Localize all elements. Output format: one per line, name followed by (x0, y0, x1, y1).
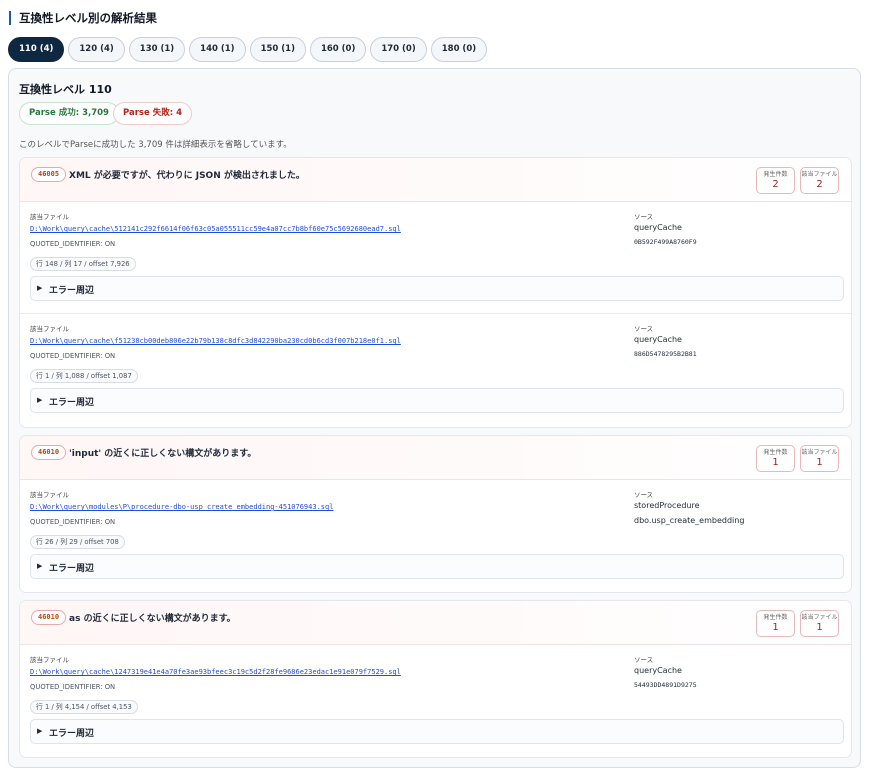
error-code-badge: 46010 (31, 445, 67, 460)
file-count-box: 該当ファイル 1 (800, 445, 839, 472)
file-count-box: 該当ファイル 2 (800, 167, 839, 194)
expand-triangle-icon: ▶ (37, 396, 43, 404)
tab-level-140[interactable]: 140 (1) (189, 37, 246, 62)
occurrence-count-box: 発生件数 2 (756, 167, 795, 194)
error-card: 46010 as の近くに正しくない構文があります。 発生件数 1 該当ファイル… (19, 600, 852, 758)
source-id: 0B592F499A8760F9 (634, 238, 697, 246)
position-badge: 行 1 / 列 1,088 / offset 1,087 (30, 369, 138, 383)
file-count-label: 該当ファイル (801, 171, 838, 178)
file-label: 該当ファイル (30, 213, 69, 221)
expand-triangle-icon: ▶ (37, 727, 43, 735)
file-label: 該当ファイル (30, 325, 69, 333)
tab-level-180[interactable]: 180 (0) (430, 37, 488, 62)
position-badge: 行 148 / 列 17 / offset 7,926 (30, 257, 136, 271)
tab-level-120[interactable]: 120 (4) (68, 37, 125, 62)
error-context-toggle[interactable]: ▶ エラー周辺 (30, 276, 844, 301)
file-count-value: 1 (816, 457, 823, 468)
quoted-identifier: QUOTED_IDENTIFIER: ON (30, 240, 116, 248)
occurrence-count-box: 発生件数 1 (756, 445, 795, 472)
occurrence-count-label: 発生件数 (763, 171, 788, 178)
file-label: 該当ファイル (30, 656, 69, 664)
occurrence-row: 該当ファイル D:\Work\query\modules\P\procedure… (20, 480, 851, 592)
occurrence-row: 該当ファイル D:\Work\query\cache\1247319e41e4a… (20, 645, 851, 757)
position-badge: 行 1 / 列 4,154 / offset 4,153 (30, 700, 138, 714)
level-panel: 互換性レベル 110 Parse 成功: 3,709 Parse 失敗: 4 こ… (8, 68, 861, 768)
occurrence-count-value: 2 (772, 179, 779, 190)
error-message: 'input' の近くに正しくない構文があります。 (69, 449, 257, 459)
tab-level-130[interactable]: 130 (1) (128, 37, 186, 62)
error-header: 46005 XML が必要ですが、代わりに JSON が検出されました。 発生件… (20, 158, 851, 202)
tab-level-110[interactable]: 110 (4) (8, 37, 65, 62)
tab-level-150[interactable]: 150 (1) (249, 37, 306, 62)
parse-success-badge: Parse 成功: 3,709 (19, 102, 119, 125)
expand-triangle-icon: ▶ (37, 562, 43, 570)
error-header: 46010 'input' の近くに正しくない構文があります。 発生件数 1 該… (20, 436, 851, 480)
error-context-toggle[interactable]: ▶ エラー周辺 (30, 719, 844, 744)
file-count-label: 該当ファイル (801, 449, 838, 456)
file-count-label: 該当ファイル (801, 614, 838, 621)
file-path-link[interactable]: D:\Work\query\cache\f51238cb00deb806e22b… (30, 337, 401, 345)
error-message: XML が必要ですが、代わりに JSON が検出されました。 (69, 171, 305, 181)
omitted-note: このレベルでParseに成功した 3,709 件は詳細表示を省略しています。 (19, 140, 292, 150)
error-context-toggle[interactable]: ▶ エラー周辺 (30, 388, 844, 413)
occurrence-row: 該当ファイル D:\Work\query\cache\512141c292f66… (20, 202, 851, 314)
position-badge: 行 26 / 列 29 / offset 708 (30, 535, 125, 549)
file-path-link[interactable]: D:\Work\query\cache\512141c292f6614f06f6… (30, 225, 401, 233)
level-title: 互換性レベル 110 (19, 83, 112, 96)
error-context-toggle[interactable]: ▶ エラー周辺 (30, 554, 844, 579)
file-path-link[interactable]: D:\Work\query\cache\1247319e41e4a70fe3ae… (30, 668, 401, 676)
source-type: queryCache (634, 666, 682, 675)
occurrence-count-label: 発生件数 (763, 449, 788, 456)
source-id: 54493DD4891D9275 (634, 681, 697, 689)
quoted-identifier: QUOTED_IDENTIFIER: ON (30, 518, 116, 526)
source-label: ソース (634, 213, 654, 221)
source-label: ソース (634, 656, 654, 664)
error-card: 46010 'input' の近くに正しくない構文があります。 発生件数 1 該… (19, 435, 852, 593)
source-type: storedProcedure (634, 501, 700, 510)
tab-level-160[interactable]: 160 (0) (309, 37, 367, 62)
file-label: 該当ファイル (30, 491, 69, 499)
source-label: ソース (634, 325, 654, 333)
source-type: queryCache (634, 335, 682, 344)
error-header: 46010 as の近くに正しくない構文があります。 発生件数 1 該当ファイル… (20, 601, 851, 645)
source-id: dbo.usp_create_embedding (634, 516, 745, 525)
source-id: 886D5478295B2B81 (634, 350, 697, 358)
error-card: 46005 XML が必要ですが、代わりに JSON が検出されました。 発生件… (19, 157, 852, 428)
level-tabs: 110 (4) 120 (4) 130 (1) 140 (1) 150 (1) … (8, 37, 491, 62)
error-context-label: エラー周辺 (49, 398, 95, 408)
source-label: ソース (634, 491, 654, 499)
parse-failure-badge: Parse 失敗: 4 (113, 102, 192, 125)
tab-level-170[interactable]: 170 (0) (370, 37, 427, 62)
occurrence-count-box: 発生件数 1 (756, 610, 795, 637)
quoted-identifier: QUOTED_IDENTIFIER: ON (30, 683, 116, 691)
expand-triangle-icon: ▶ (37, 284, 43, 292)
file-path-link[interactable]: D:\Work\query\modules\P\procedure-dbo-us… (30, 503, 333, 511)
file-count-value: 2 (816, 179, 823, 190)
error-message: as の近くに正しくない構文があります。 (69, 614, 236, 624)
source-type: queryCache (634, 223, 682, 232)
occurrence-count-label: 発生件数 (763, 614, 788, 621)
error-context-label: エラー周辺 (49, 286, 95, 296)
quoted-identifier: QUOTED_IDENTIFIER: ON (30, 352, 116, 360)
error-context-label: エラー周辺 (49, 564, 95, 574)
occurrence-row: 該当ファイル D:\Work\query\cache\f51238cb00deb… (20, 314, 851, 426)
file-count-box: 該当ファイル 1 (800, 610, 839, 637)
error-code-badge: 46010 (31, 610, 67, 625)
occurrence-count-value: 1 (772, 457, 779, 468)
error-code-badge: 46005 (31, 167, 67, 182)
error-context-label: エラー周辺 (49, 729, 95, 739)
file-count-value: 1 (816, 622, 823, 633)
page-title: 互換性レベル別の解析結果 (9, 11, 157, 25)
occurrence-count-value: 1 (772, 622, 779, 633)
